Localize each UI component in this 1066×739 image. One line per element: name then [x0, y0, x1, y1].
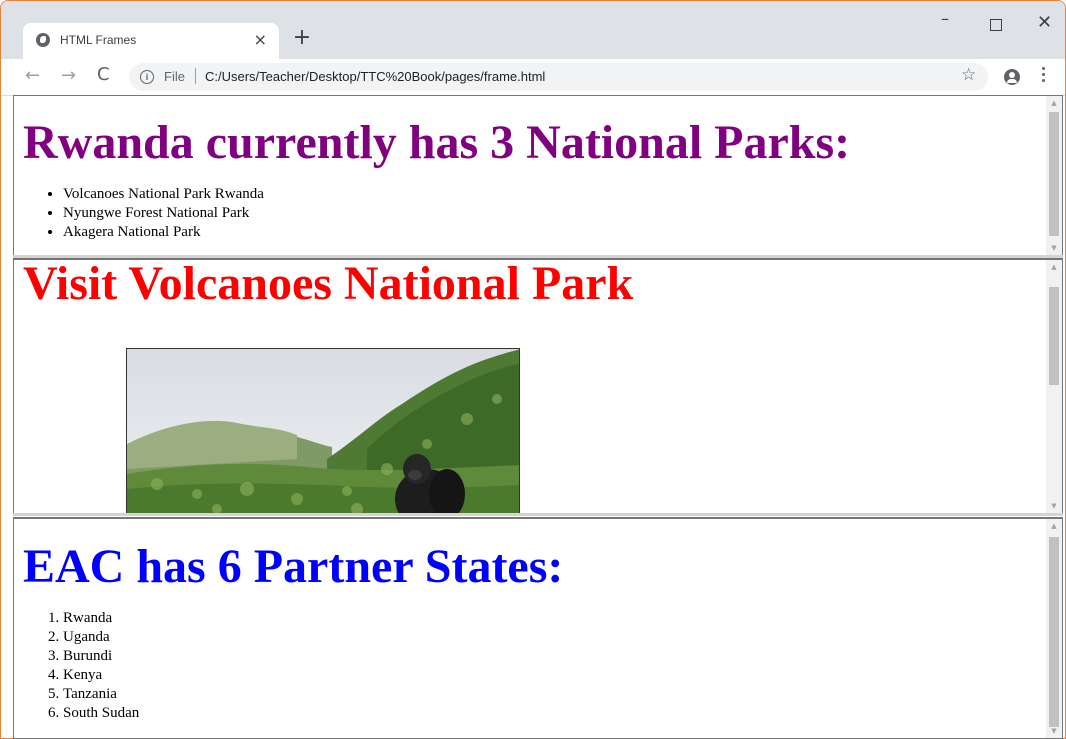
address-bar[interactable]: i File C:/Users/Teacher/Desktop/TTC%20Bo… — [129, 63, 988, 91]
menu-dots-icon[interactable] — [1042, 67, 1046, 85]
frame-volcanoes-content: Visit Volcanoes National Park — [14, 258, 1062, 312]
frame-volcanoes-scrollbar[interactable]: ▲ ▼ — [1046, 260, 1062, 513]
frame-eac-content: EAC has 6 Partner States: Rwanda Uganda … — [14, 539, 1062, 723]
frame-resize-handle[interactable] — [13, 513, 1063, 516]
forward-arrow-icon[interactable]: → — [61, 65, 76, 86]
frame-parks: Rwanda currently has 3 National Parks: V… — [13, 95, 1063, 256]
eac-heading: EAC has 6 Partner States: — [23, 540, 564, 593]
parks-list: Volcanoes National Park Rwanda Nyungwe F… — [23, 185, 1062, 242]
scroll-thumb[interactable] — [1049, 287, 1059, 385]
tab-title: HTML Frames — [60, 33, 137, 47]
close-window-button[interactable]: ✕ — [1037, 12, 1052, 33]
back-arrow-icon[interactable]: ← — [25, 65, 40, 86]
maximize-button[interactable] — [990, 19, 1002, 31]
address-divider — [195, 68, 196, 84]
scheme-label: File — [164, 69, 185, 84]
scroll-up-arrow-icon[interactable]: ▲ — [1046, 260, 1062, 274]
browser-toolbar: ← → C i File C:/Users/Teacher/Desktop/TT… — [1, 59, 1065, 96]
list-item: Burundi — [63, 647, 1062, 666]
scroll-thumb[interactable] — [1049, 537, 1059, 727]
minimize-button[interactable]: – — [941, 9, 949, 28]
list-item: Akagera National Park — [63, 223, 1062, 242]
gorilla-photo — [126, 348, 520, 513]
frame-parks-content: Rwanda currently has 3 National Parks: V… — [14, 115, 1062, 242]
scroll-down-arrow-icon[interactable]: ▼ — [1046, 499, 1062, 513]
scroll-down-arrow-icon[interactable]: ▼ — [1046, 724, 1062, 738]
reload-icon[interactable]: C — [97, 64, 110, 85]
frame-eac-scrollbar[interactable]: ▲ ▼ — [1046, 519, 1062, 738]
partner-states-list: Rwanda Uganda Burundi Kenya Tanzania Sou… — [23, 609, 1062, 723]
list-item: Uganda — [63, 628, 1062, 647]
frame-parks-scrollbar[interactable]: ▲ ▼ — [1046, 96, 1062, 255]
tab-html-frames[interactable]: HTML Frames × — [23, 23, 279, 59]
close-tab-icon[interactable]: × — [254, 30, 267, 49]
list-item: Rwanda — [63, 609, 1062, 628]
url-text[interactable]: C:/Users/Teacher/Desktop/TTC%20Book/page… — [205, 69, 545, 84]
scroll-up-arrow-icon[interactable]: ▲ — [1046, 519, 1062, 533]
list-item: Volcanoes National Park Rwanda — [63, 185, 1062, 204]
list-item: Nyungwe Forest National Park — [63, 204, 1062, 223]
bookmark-star-icon[interactable]: ☆ — [961, 65, 976, 85]
gorilla-landscape-image — [127, 349, 519, 513]
scroll-thumb[interactable] — [1049, 112, 1059, 236]
scroll-up-arrow-icon[interactable]: ▲ — [1046, 96, 1062, 110]
profile-icon[interactable] — [1004, 69, 1020, 85]
frame-volcanoes: Visit Volcanoes National Park ▲ ▼ — [13, 258, 1063, 514]
frame-eac: EAC has 6 Partner States: Rwanda Uganda … — [13, 517, 1063, 739]
scroll-down-arrow-icon[interactable]: ▼ — [1046, 241, 1062, 255]
globe-icon — [36, 33, 50, 47]
parks-heading: Rwanda currently has 3 National Parks: — [23, 116, 851, 169]
info-icon[interactable]: i — [140, 70, 154, 84]
new-tab-button[interactable]: + — [290, 25, 314, 50]
volcanoes-heading: Visit Volcanoes National Park — [23, 258, 634, 310]
list-item: South Sudan — [63, 704, 1062, 723]
tab-strip: HTML Frames × + – ✕ — [1, 1, 1065, 59]
list-item: Tanzania — [63, 685, 1062, 704]
list-item: Kenya — [63, 666, 1062, 685]
